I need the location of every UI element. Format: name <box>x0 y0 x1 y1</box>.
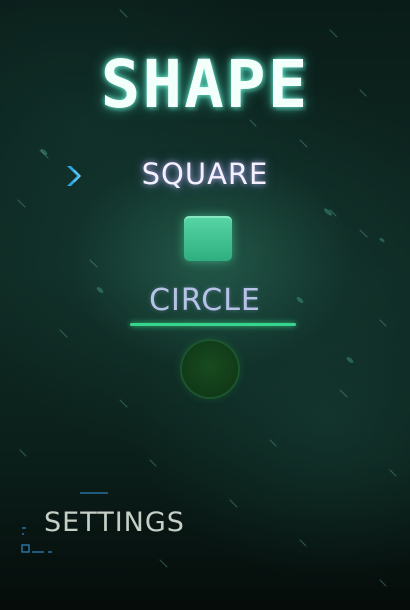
option-square-label[interactable]: SQUARE <box>0 160 410 189</box>
settings-button[interactable]: SETTINGS <box>44 509 185 536</box>
game-title: SHAPE <box>100 46 310 123</box>
option-circle-label[interactable]: CIRCLE <box>0 286 410 316</box>
square-shape-preview[interactable] <box>184 216 232 261</box>
game-menu-screen: SHAPE SQUARE CIRCLE SETTINGS <box>0 0 410 610</box>
circle-shape-preview[interactable] <box>182 341 238 397</box>
option-underline <box>130 323 296 326</box>
